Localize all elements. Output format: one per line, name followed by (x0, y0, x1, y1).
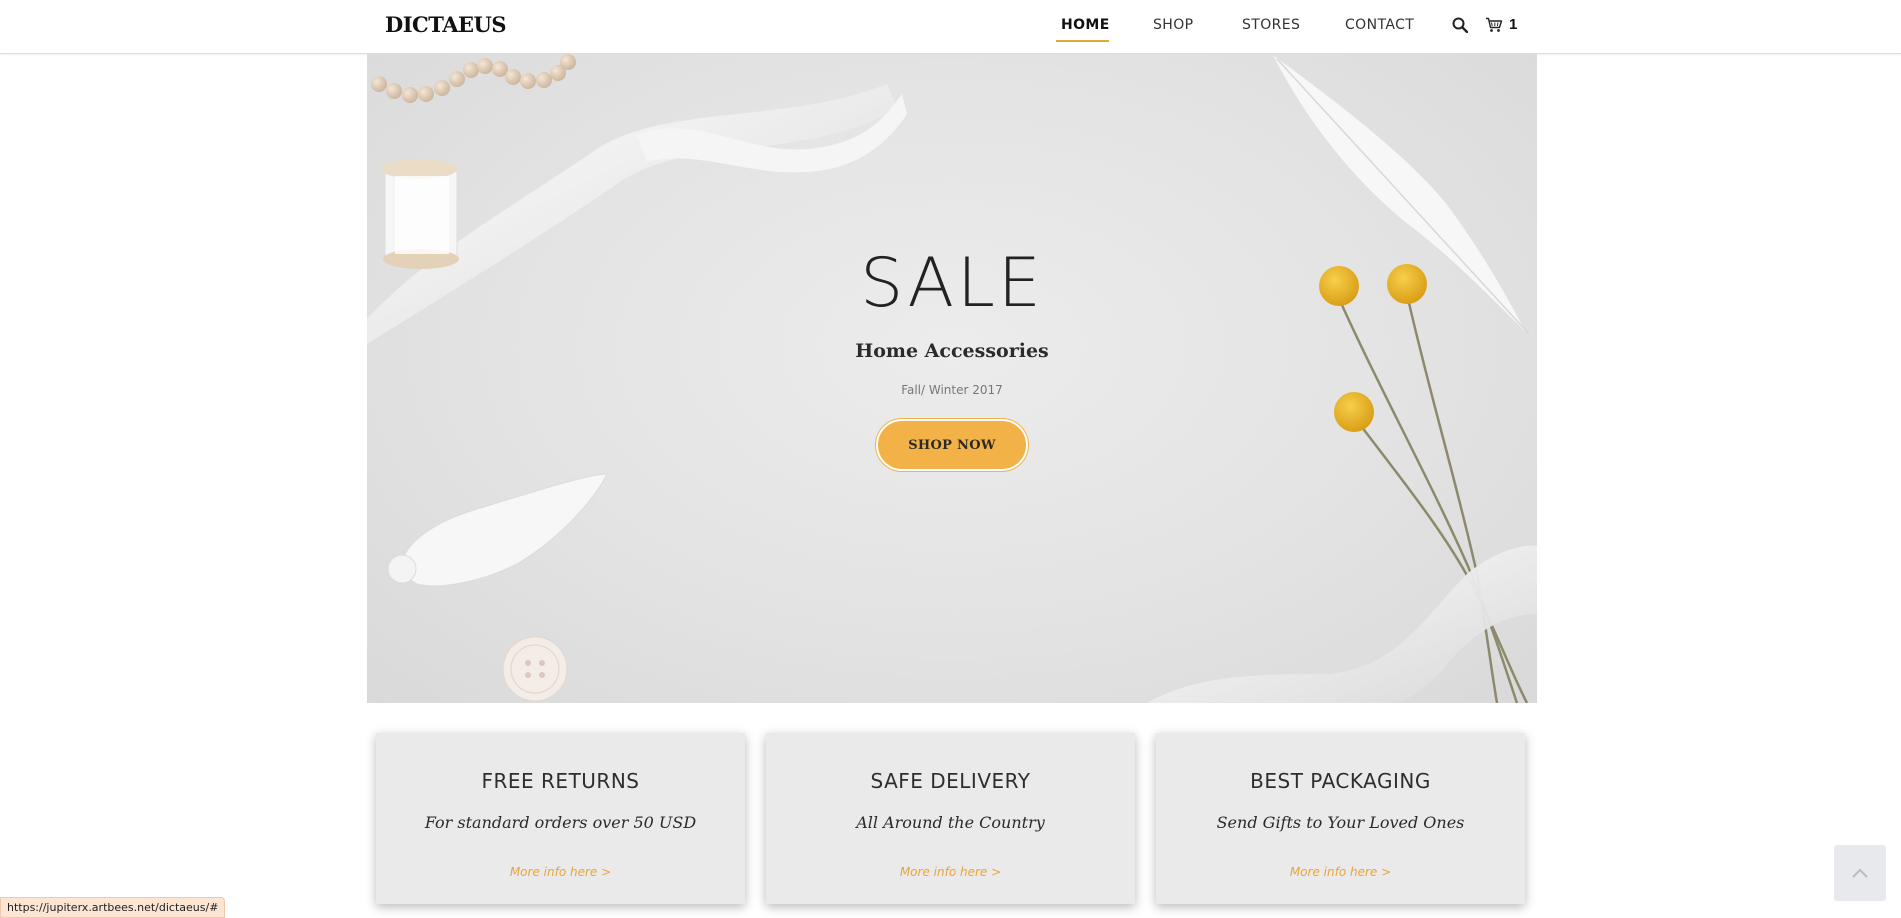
feature-card-packaging: BEST PACKAGING Send Gifts to Your Loved … (1156, 733, 1525, 904)
feature-more-info-link[interactable]: More info here > (1156, 865, 1525, 879)
back-to-top-button[interactable] (1834, 845, 1886, 901)
hero-banner: SALE Home Accessories Fall/ Winter 2017 … (367, 54, 1537, 703)
feature-text: For standard orders over 50 USD (424, 813, 697, 832)
hero-title: SALE (860, 244, 1044, 323)
nav-active-indicator (1056, 40, 1109, 42)
chevron-up-icon (1852, 868, 1868, 878)
nav-stores[interactable]: STORES (1242, 17, 1300, 33)
site-logo[interactable]: DICTAEUS (385, 12, 507, 37)
feature-card-returns: FREE RETURNS For standard orders over 50… (376, 733, 745, 904)
nav-contact[interactable]: CONTACT (1345, 17, 1414, 33)
hero-subtitle: Home Accessories (855, 340, 1049, 362)
site-header: DICTAEUS HOME SHOP STORES CONTACT 1 (0, 0, 1901, 54)
feature-title: BEST PACKAGING (1250, 769, 1431, 793)
link-status-bar: https://jupiterx.artbees.net/dictaeus/# (0, 897, 226, 918)
search-icon[interactable] (1452, 17, 1469, 38)
feature-title: SAFE DELIVERY (870, 769, 1031, 793)
nav-home[interactable]: HOME (1061, 17, 1110, 33)
feature-text: All Around the Country (856, 813, 1045, 832)
feature-more-info-link[interactable]: More info here > (376, 865, 745, 879)
shop-now-button[interactable]: SHOP NOW (876, 419, 1028, 471)
hero-decorative-image (367, 54, 1537, 703)
feature-text: Send Gifts to Your Loved Ones (1216, 813, 1465, 832)
hero-season: Fall/ Winter 2017 (901, 383, 1003, 397)
cart-count-badge[interactable]: 1 (1509, 16, 1517, 33)
feature-more-info-link[interactable]: More info here > (766, 865, 1135, 879)
cart-icon[interactable] (1485, 17, 1503, 38)
feature-card-delivery: SAFE DELIVERY All Around the Country Mor… (766, 733, 1135, 904)
feature-title: FREE RETURNS (481, 769, 640, 793)
nav-shop[interactable]: SHOP (1153, 17, 1193, 33)
